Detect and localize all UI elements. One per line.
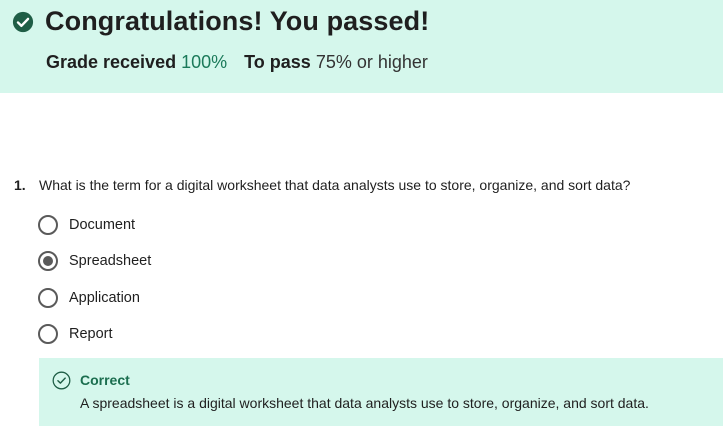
check-circle-icon bbox=[12, 11, 34, 32]
answer-feedback: Correct A spreadsheet is a digital works… bbox=[39, 358, 723, 426]
grade-summary: Grade received 100% To pass 75% or highe… bbox=[46, 52, 428, 73]
option-report[interactable]: Report bbox=[38, 323, 151, 345]
question-number: 1. bbox=[14, 177, 26, 193]
result-title: Congratulations! You passed! bbox=[45, 6, 430, 36]
radio-button[interactable] bbox=[38, 323, 58, 344]
to-pass-label: To pass bbox=[244, 52, 311, 72]
option-spreadsheet[interactable]: Spreadsheet bbox=[38, 250, 151, 272]
feedback-explanation: A spreadsheet is a digital worksheet tha… bbox=[80, 395, 649, 411]
option-label: Spreadsheet bbox=[69, 253, 152, 270]
option-label: Report bbox=[69, 325, 113, 342]
radio-button[interactable] bbox=[38, 287, 58, 308]
grade-received-value: 100% bbox=[181, 52, 228, 72]
check-circle-outline-icon bbox=[52, 371, 71, 390]
banner-header: Congratulations! You passed! bbox=[12, 6, 429, 37]
question-text: What is the term for a digital worksheet… bbox=[39, 177, 631, 193]
radio-button[interactable] bbox=[38, 215, 58, 235]
option-label: Application bbox=[69, 289, 140, 306]
option-application[interactable]: Application bbox=[38, 287, 151, 309]
radio-button-selected[interactable] bbox=[38, 251, 58, 272]
grade-received-label: Grade received bbox=[46, 52, 177, 72]
option-label: Document bbox=[69, 217, 136, 233]
answer-options: Document Spreadsheet Application Report bbox=[38, 214, 151, 359]
to-pass-value: 75% or higher bbox=[315, 52, 428, 72]
question-1: 1. What is the term for a digital worksh… bbox=[14, 177, 630, 193]
result-banner: Congratulations! You passed! Grade recei… bbox=[0, 0, 723, 93]
option-document[interactable]: Document bbox=[38, 214, 151, 236]
feedback-status: Correct bbox=[80, 372, 130, 388]
